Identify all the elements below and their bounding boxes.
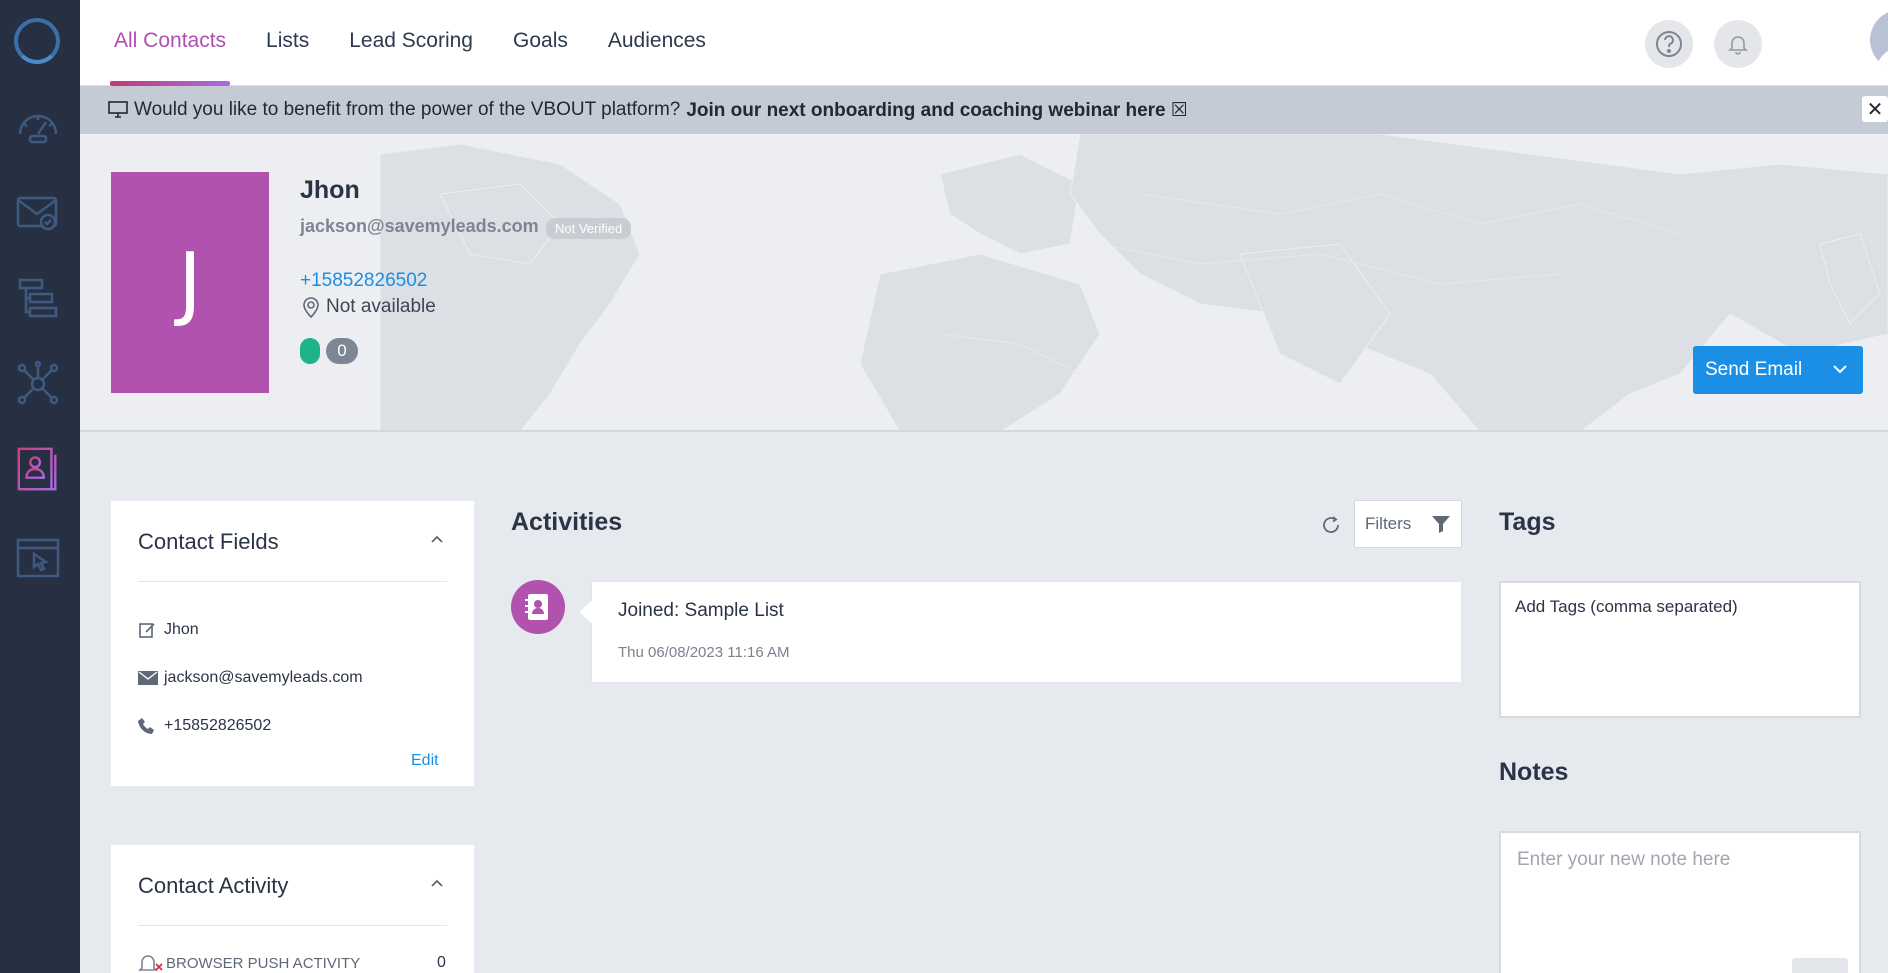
edit-fields-link[interactable]: Edit	[411, 752, 439, 770]
contact-fields-title: Contact Fields	[138, 529, 279, 554]
notes-textarea[interactable]: Enter your new note here	[1499, 831, 1861, 973]
tab-lead-scoring[interactable]: Lead Scoring	[345, 0, 477, 86]
activity-timestamp: Thu 06/08/2023 11:16 AM	[618, 644, 790, 661]
tab-audiences[interactable]: Audiences	[604, 0, 710, 86]
contacts-book-icon[interactable]	[16, 444, 60, 494]
top-navigation: All Contacts Lists Lead Scoring Goals Au…	[80, 0, 1888, 86]
monitor-icon	[108, 101, 128, 118]
field-phone-value: +15852826502	[164, 717, 272, 734]
contact-location: Not available	[302, 296, 436, 318]
phone-icon	[138, 717, 164, 735]
contact-activity-title: Contact Activity	[138, 873, 289, 898]
edit-icon	[138, 621, 164, 639]
tags-title: Tags	[1499, 508, 1556, 536]
user-avatar[interactable]	[1870, 10, 1888, 70]
tab-goals[interactable]: Goals	[509, 0, 572, 86]
browser-push-count: 0	[437, 954, 446, 971]
app-logo-icon[interactable]	[14, 18, 60, 64]
verification-badge: Not Verified	[546, 218, 632, 239]
notes-title: Notes	[1499, 758, 1569, 786]
location-pin-icon	[303, 297, 319, 318]
bell-off-icon	[138, 955, 163, 971]
activity-item[interactable]: Joined: Sample List Thu 06/08/2023 11:16…	[591, 581, 1462, 683]
envelope-icon	[138, 671, 164, 685]
status-dot	[300, 338, 320, 364]
browser-push-label: BROWSER PUSH ACTIVITY	[166, 954, 361, 972]
activities-title: Activities	[511, 508, 623, 536]
tab-all-contacts[interactable]: All Contacts	[110, 0, 231, 86]
tags-input[interactable]: Add Tags (comma separated)	[1499, 581, 1861, 718]
contact-email: jackson@savemyleads.com	[300, 216, 539, 236]
divider	[138, 581, 447, 582]
filters-button[interactable]: Filters	[1354, 500, 1462, 548]
refresh-icon[interactable]	[1320, 514, 1342, 536]
email-campaign-icon[interactable]	[12, 186, 64, 238]
contact-profile-header: J Jhon jackson@savemyleads.com Not Verif…	[80, 134, 1888, 432]
network-hub-icon[interactable]	[12, 358, 64, 410]
field-row-email: jackson@savemyleads.com	[138, 669, 363, 687]
help-icon[interactable]	[1645, 20, 1693, 68]
dashboard-gauge-icon[interactable]	[12, 100, 64, 152]
workflow-hierarchy-icon[interactable]	[12, 272, 64, 324]
nav-tabs: All Contacts Lists Lead Scoring Goals Au…	[110, 0, 742, 86]
close-icon[interactable]: ✕	[1862, 96, 1888, 122]
chevron-up-icon[interactable]	[429, 533, 445, 545]
banner-webinar-link[interactable]: Join our next onboarding and coaching we…	[686, 99, 1188, 122]
contact-avatar: J	[111, 172, 269, 393]
send-email-button[interactable]: Send Email	[1693, 346, 1863, 394]
field-email-value: jackson@savemyleads.com	[164, 669, 363, 686]
filter-funnel-icon	[1432, 516, 1450, 533]
send-email-label: Send Email	[1705, 359, 1803, 380]
notes-save-button[interactable]	[1792, 958, 1848, 973]
tab-lists[interactable]: Lists	[262, 0, 313, 86]
sidebar	[0, 0, 80, 973]
contact-fields-card: Contact Fields Jhon jackson@savemyleads.…	[111, 501, 474, 786]
contact-book-icon	[511, 580, 565, 634]
chevron-down-icon[interactable]	[1831, 362, 1849, 376]
browser-push-activity-row: BROWSER PUSH ACTIVITY	[138, 952, 360, 973]
banner-text: Would you like to benefit from the power…	[134, 99, 681, 120]
location-text: Not available	[326, 296, 436, 317]
contact-name: Jhon	[300, 176, 360, 204]
field-name-value: Jhon	[164, 621, 199, 638]
field-row-phone: +15852826502	[138, 717, 271, 735]
score-count-badge: 0	[326, 338, 358, 364]
divider	[138, 925, 447, 926]
onboarding-banner: Would you like to benefit from the power…	[80, 86, 1888, 134]
activity-text: Joined: Sample List	[618, 600, 784, 621]
filters-label: Filters	[1365, 514, 1412, 533]
notification-bell-icon[interactable]	[1714, 20, 1762, 68]
world-map-background	[380, 134, 1888, 430]
landing-page-cursor-icon[interactable]	[12, 532, 64, 584]
contact-phone-link[interactable]: +15852826502	[300, 270, 427, 292]
field-row-name: Jhon	[138, 621, 199, 639]
chevron-up-icon[interactable]	[429, 877, 445, 889]
